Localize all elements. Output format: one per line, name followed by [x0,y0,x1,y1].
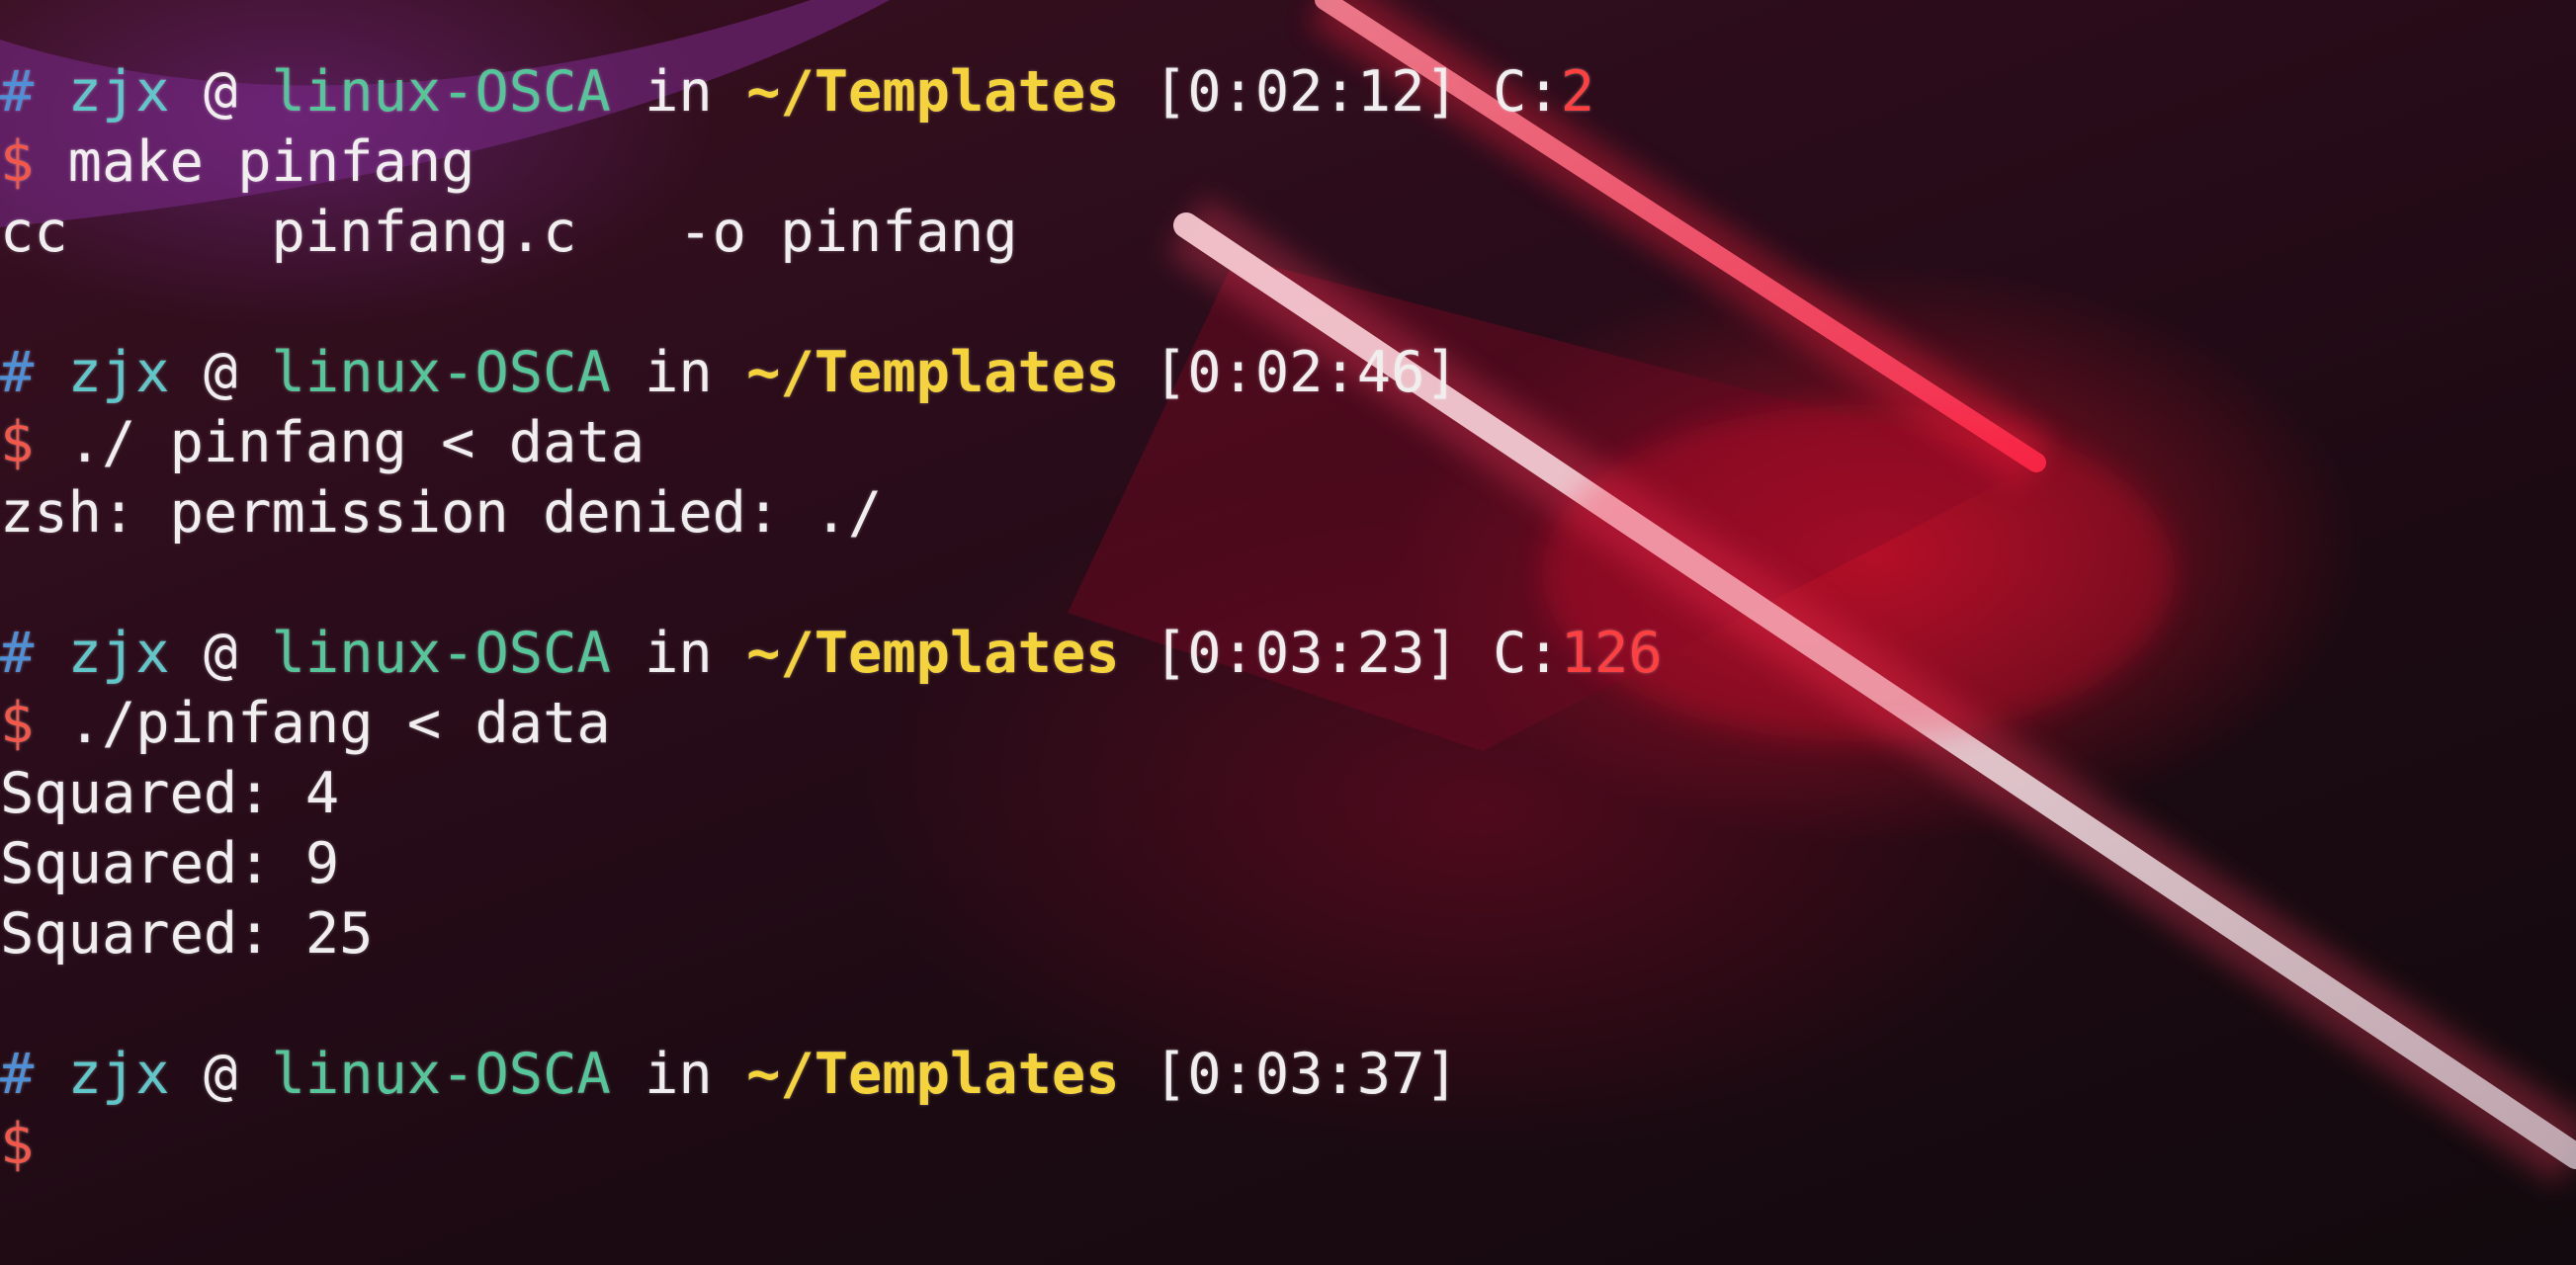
output-line: zsh: permission denied: ./ [0,480,883,546]
output-line: cc pinfang.c -o pinfang [0,200,1018,265]
prompt-user: zjx [67,340,170,405]
prompt-host: linux-OSCA [271,59,611,125]
current-prompt-block: # zjx @ linux-OSCA in ~/Templates [0:03:… [0,1040,2576,1180]
terminal-output: # zjx @ linux-OSCA in ~/Templates [0:02:… [0,57,2576,1250]
command-text: ./ pinfang < data [67,410,645,475]
prompt-hash: # [0,340,35,405]
command-input-line[interactable]: $ [0,1110,2576,1180]
prompt-line: # zjx @ linux-OSCA in ~/Templates [0:02:… [0,338,2576,408]
prompt-in: in [644,340,713,405]
prompt-hash: # [0,1042,35,1107]
prompt-path: ~/Templates [746,340,1120,405]
prompt-time: [0:03:23] [1153,621,1459,686]
prompt-in: in [644,1042,713,1107]
prompt-host: linux-OSCA [271,1042,611,1107]
command-line: $ ./ pinfang < data [0,408,2576,478]
prompt-user: zjx [67,621,170,686]
exit-code-label: C: [1493,59,1561,125]
prompt-time: [0:03:37] [1153,1042,1459,1107]
prompt-host: linux-OSCA [271,340,611,405]
output-line: Squared: 4 [0,761,340,826]
prompt-at: @ [203,1042,238,1107]
prompt-host: linux-OSCA [271,621,611,686]
exit-code-label: C: [1493,621,1561,686]
prompt-line: # zjx @ linux-OSCA in ~/Templates [0:03:… [0,619,2576,689]
command-block: # zjx @ linux-OSCA in ~/Templates [0:03:… [0,619,2576,970]
prompt-path: ~/Templates [746,621,1120,686]
prompt-line: # zjx @ linux-OSCA in ~/Templates [0:03:… [0,1040,2576,1110]
prompt-at: @ [203,59,238,125]
prompt-user: zjx [67,59,170,125]
exit-code-value: 2 [1560,59,1595,125]
prompt-hash: # [0,59,35,125]
prompt-path: ~/Templates [746,1042,1120,1107]
prompt-time: [0:02:12] [1153,59,1459,125]
prompt-at: @ [203,621,238,686]
prompt-dollar: $ [0,691,35,756]
command-text: make pinfang [67,129,475,195]
command-line: $ make pinfang [0,127,2576,198]
prompt-dollar: $ [0,129,35,195]
command-line: $ ./pinfang < data [0,689,2576,759]
prompt-dollar: $ [0,410,35,475]
prompt-dollar: $ [0,1112,35,1177]
output-line: Squared: 25 [0,901,374,967]
prompt-in: in [644,621,713,686]
prompt-at: @ [203,340,238,405]
command-text: ./pinfang < data [67,691,611,756]
output-line: Squared: 9 [0,831,340,896]
terminal-window: # zjx @ linux-OSCA in ~/Templates [0:02:… [0,0,2576,1265]
prompt-time: [0:02:46] [1153,340,1459,405]
command-block: # zjx @ linux-OSCA in ~/Templates [0:02:… [0,57,2576,268]
prompt-line: # zjx @ linux-OSCA in ~/Templates [0:02:… [0,57,2576,127]
prompt-path: ~/Templates [746,59,1120,125]
exit-code-value: 126 [1560,621,1663,686]
prompt-hash: # [0,621,35,686]
prompt-user: zjx [67,1042,170,1107]
command-block: # zjx @ linux-OSCA in ~/Templates [0:02:… [0,338,2576,548]
prompt-in: in [644,59,713,125]
